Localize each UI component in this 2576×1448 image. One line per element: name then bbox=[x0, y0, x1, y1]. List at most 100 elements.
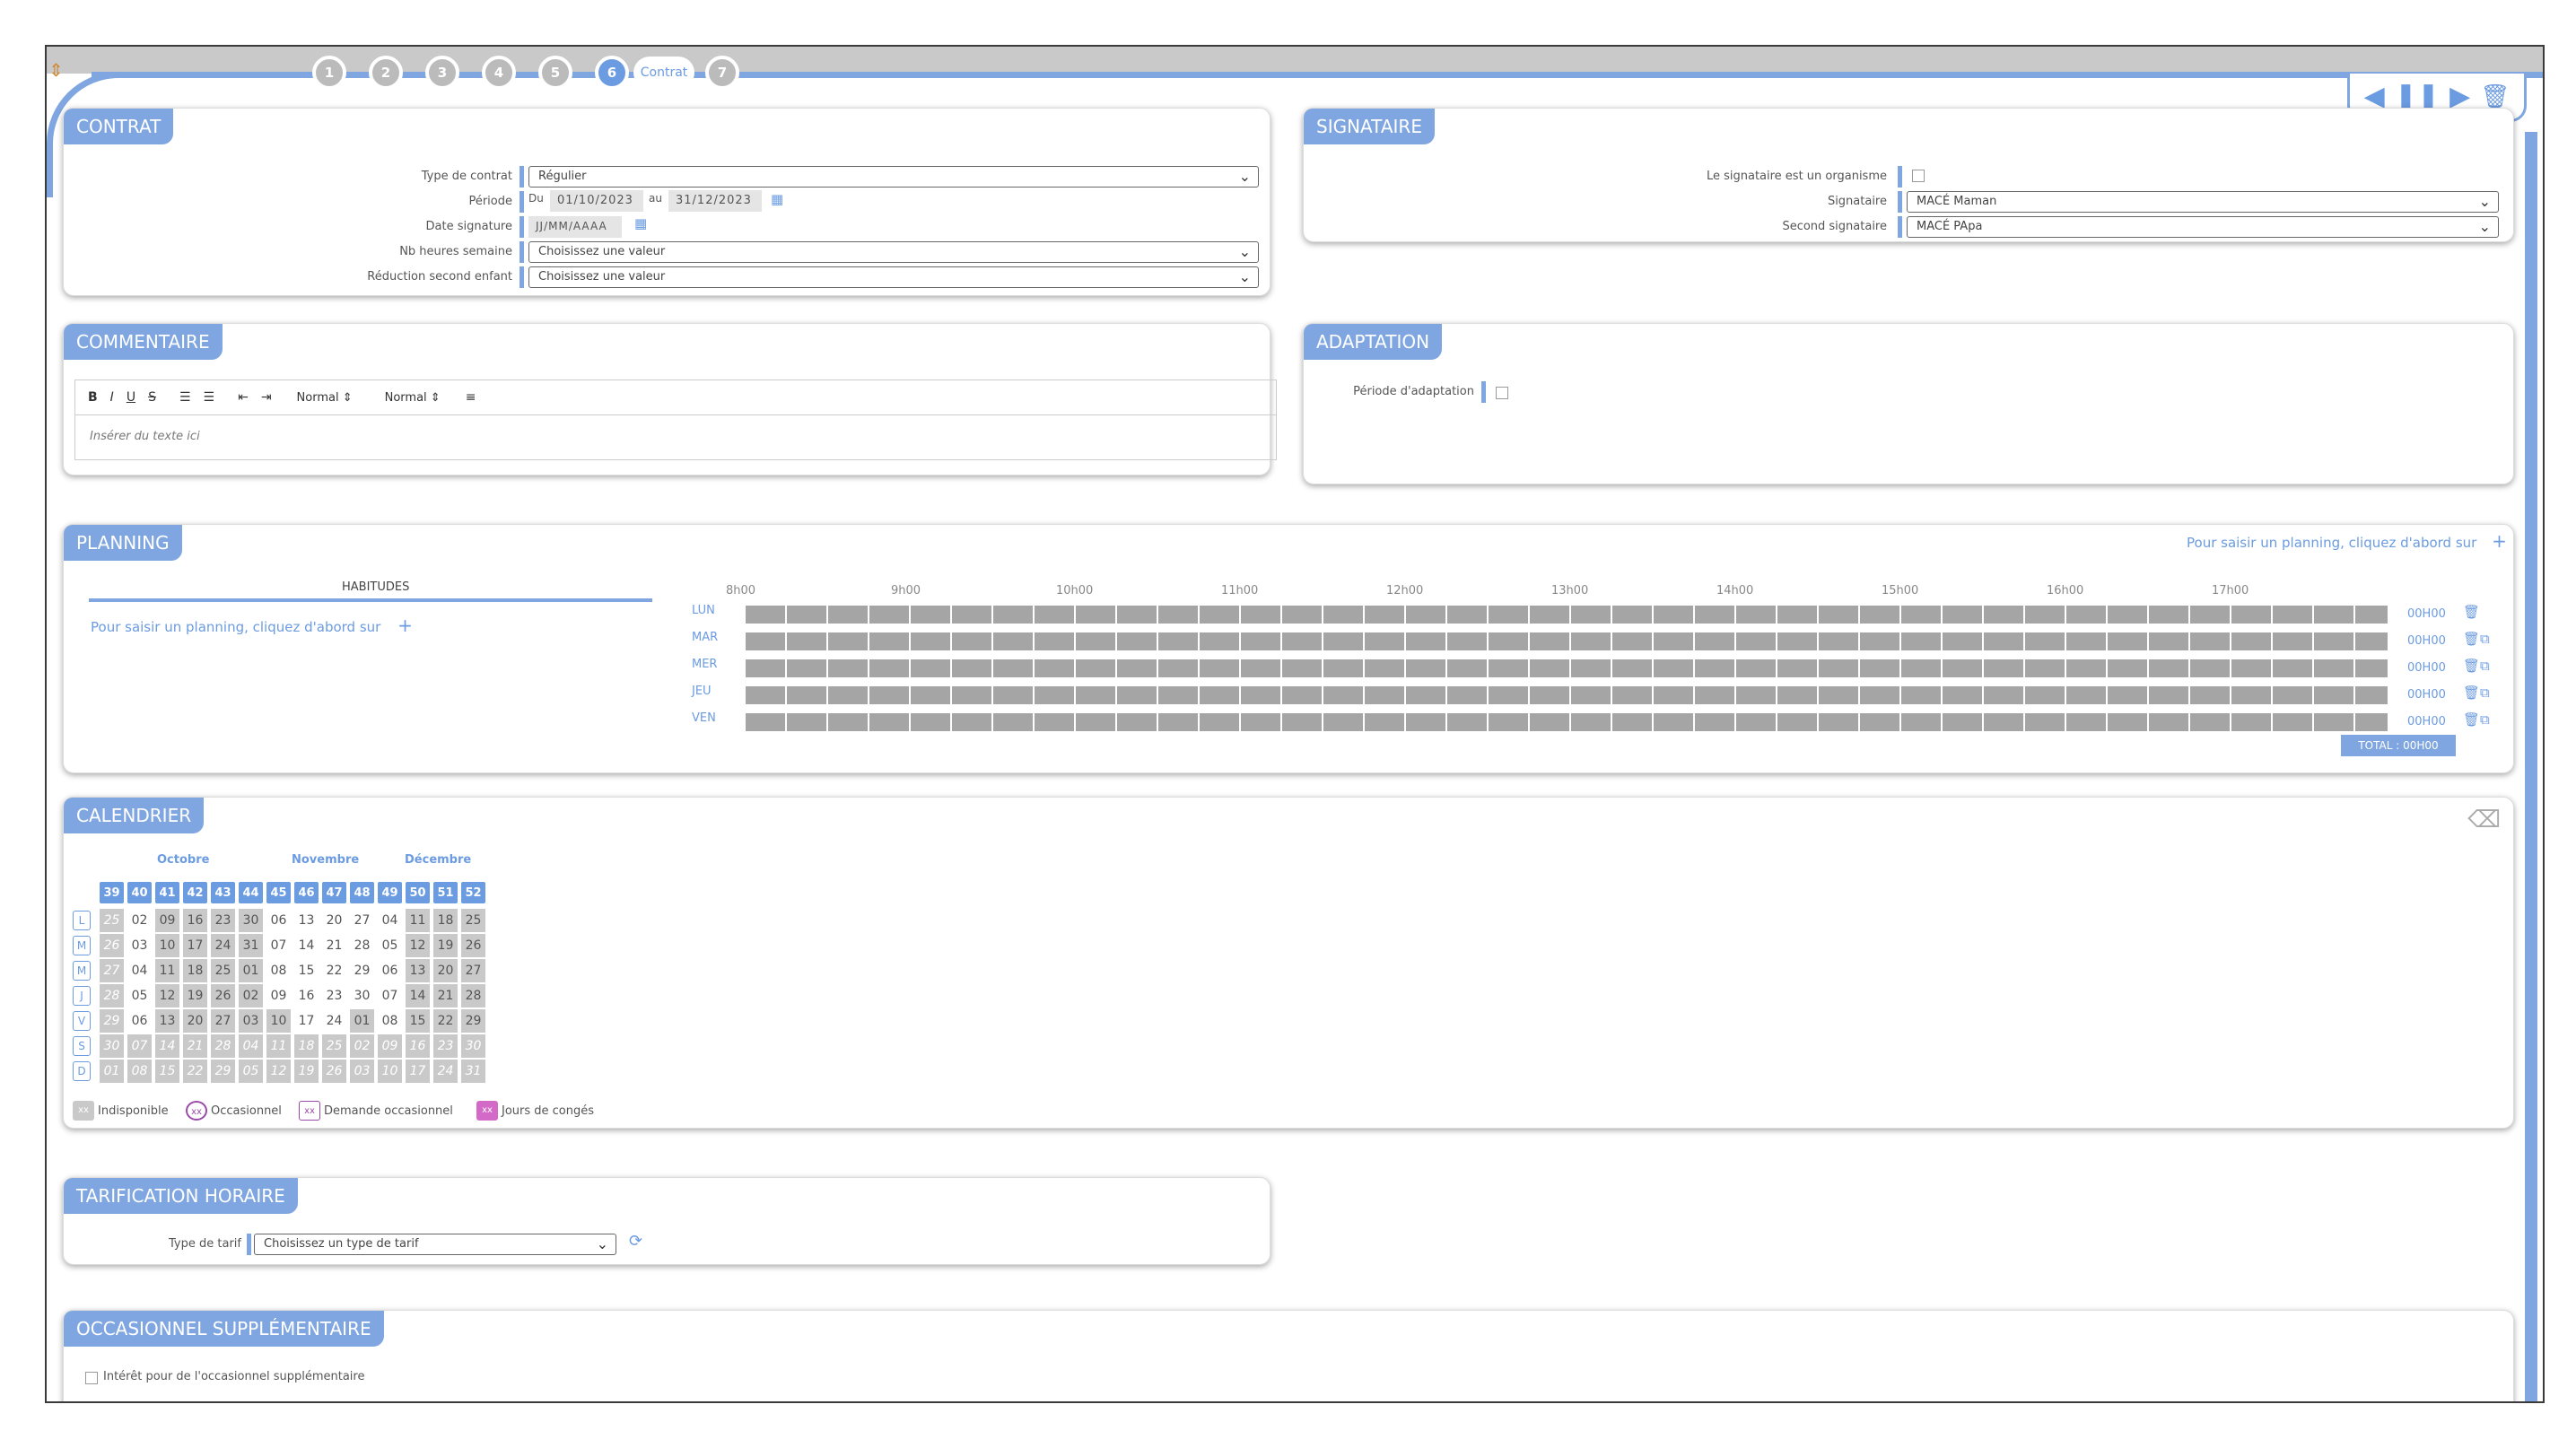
planning-track-jeu[interactable] bbox=[746, 686, 2388, 704]
calendar-day[interactable]: 10 bbox=[155, 934, 179, 957]
calendar-day[interactable]: 06 bbox=[127, 1009, 152, 1033]
calendar-day[interactable]: 31 bbox=[239, 934, 263, 957]
adaptation-checkbox[interactable] bbox=[1496, 387, 1508, 399]
calendar-day[interactable]: 22 bbox=[322, 959, 346, 982]
refresh-icon[interactable]: ⟳ bbox=[629, 1232, 642, 1251]
calendar-day[interactable]: 24 bbox=[322, 1009, 346, 1033]
calendar-day[interactable]: 26 bbox=[100, 934, 124, 957]
calendar-day[interactable]: 19 bbox=[294, 1060, 319, 1083]
calendar-day[interactable]: 27 bbox=[461, 959, 485, 982]
align-icon[interactable]: ≡ bbox=[466, 390, 476, 405]
calendar-day[interactable]: 17 bbox=[183, 934, 207, 957]
date-from-input[interactable]: 01/10/2023 bbox=[550, 190, 643, 212]
planning-track-ven[interactable] bbox=[746, 713, 2388, 731]
calendar-icon[interactable]: ▦ bbox=[771, 191, 783, 207]
calendar-day[interactable]: 21 bbox=[322, 934, 346, 957]
type-contrat-select[interactable]: Régulier ⌄ bbox=[528, 166, 1259, 188]
calendar-day[interactable]: 15 bbox=[155, 1060, 179, 1083]
calendar-day[interactable]: 05 bbox=[127, 984, 152, 1007]
outdent-icon[interactable]: ⇤ bbox=[238, 390, 249, 405]
calendar-day[interactable]: 02 bbox=[239, 984, 263, 1007]
step-2[interactable]: 2 bbox=[369, 56, 403, 90]
signataire-select[interactable]: MACÉ Maman ⌄ bbox=[1907, 191, 2499, 213]
step-7[interactable]: 7 bbox=[705, 56, 739, 90]
calendar-day[interactable]: 13 bbox=[294, 909, 319, 932]
calendar-day[interactable]: 25 bbox=[461, 909, 485, 932]
comment-editor[interactable]: Insérer du texte ici bbox=[74, 415, 1277, 460]
calendar-day[interactable]: 11 bbox=[155, 959, 179, 982]
calendar-day[interactable]: 15 bbox=[406, 1009, 430, 1033]
calendar-day[interactable]: 23 bbox=[322, 984, 346, 1007]
step-3[interactable]: 3 bbox=[425, 56, 459, 90]
calendar-day[interactable]: 26 bbox=[461, 934, 485, 957]
interet-checkbox[interactable] bbox=[85, 1372, 98, 1384]
calendar-day[interactable]: 27 bbox=[350, 909, 374, 932]
calendar-day[interactable]: 12 bbox=[155, 984, 179, 1007]
calendar-day[interactable]: 03 bbox=[127, 934, 152, 957]
planning-track-mer[interactable] bbox=[746, 659, 2388, 677]
calendar-day[interactable]: 29 bbox=[350, 959, 374, 982]
calendar-day[interactable]: 15 bbox=[294, 959, 319, 982]
calendar-day[interactable]: 29 bbox=[211, 1060, 235, 1083]
calendar-day[interactable]: 14 bbox=[155, 1034, 179, 1058]
font-select[interactable]: Normal ⇕ bbox=[385, 391, 441, 405]
calendar-day[interactable]: 20 bbox=[183, 1009, 207, 1033]
nb-heures-select[interactable]: Choisissez une valeur ⌄ bbox=[528, 241, 1259, 263]
calendar-day[interactable]: 23 bbox=[433, 1034, 458, 1058]
calendar-day[interactable]: 16 bbox=[406, 1034, 430, 1058]
habitudes-link[interactable]: Pour saisir un planning, cliquez d'abord… bbox=[91, 615, 413, 636]
calendar-day[interactable]: 16 bbox=[183, 909, 207, 932]
calendar-day[interactable]: 30 bbox=[239, 909, 263, 932]
trash-copy-icons[interactable]: 🗑⧉ bbox=[2463, 685, 2490, 701]
step-1[interactable]: 1 bbox=[312, 56, 346, 90]
calendar-day[interactable]: 19 bbox=[183, 984, 207, 1007]
calendar-day[interactable]: 30 bbox=[100, 1034, 124, 1058]
date-to-input[interactable]: 31/12/2023 bbox=[668, 190, 762, 212]
calendar-day[interactable]: 04 bbox=[378, 909, 402, 932]
calendar-day[interactable]: 19 bbox=[433, 934, 458, 957]
calendar-day[interactable]: 24 bbox=[211, 934, 235, 957]
prev-icon[interactable]: ◀ bbox=[2364, 83, 2385, 110]
calendar-day[interactable]: 21 bbox=[433, 984, 458, 1007]
organisme-checkbox[interactable] bbox=[1912, 170, 1925, 182]
calendar-day[interactable]: 02 bbox=[350, 1034, 374, 1058]
calendar-day[interactable]: 13 bbox=[406, 959, 430, 982]
calendar-day[interactable]: 23 bbox=[211, 909, 235, 932]
calendar-day[interactable]: 11 bbox=[406, 909, 430, 932]
bullet-list-icon[interactable]: ☰ bbox=[204, 390, 215, 405]
trash-icon[interactable]: 🗑 bbox=[2480, 85, 2510, 109]
calendar-day[interactable]: 18 bbox=[183, 959, 207, 982]
calendar-day[interactable]: 07 bbox=[266, 934, 291, 957]
trash-copy-icons[interactable]: 🗑⧉ bbox=[2463, 631, 2490, 647]
date-signature-input[interactable]: JJ/MM/AAAA bbox=[528, 216, 622, 238]
calendar-day[interactable]: 08 bbox=[127, 1060, 152, 1083]
calendar-day[interactable]: 02 bbox=[127, 909, 152, 932]
plus-icon[interactable]: + bbox=[2492, 530, 2507, 552]
calendar-day[interactable]: 03 bbox=[239, 1009, 263, 1033]
italic-button[interactable]: I bbox=[110, 390, 114, 405]
calendar-day[interactable]: 09 bbox=[155, 909, 179, 932]
calendar-day[interactable]: 18 bbox=[433, 909, 458, 932]
calendar-day[interactable]: 25 bbox=[211, 959, 235, 982]
calendar-day[interactable]: 06 bbox=[266, 909, 291, 932]
calendar-day[interactable]: 13 bbox=[155, 1009, 179, 1033]
calendar-day[interactable]: 18 bbox=[294, 1034, 319, 1058]
calendar-day[interactable]: 05 bbox=[378, 934, 402, 957]
calendar-day[interactable]: 22 bbox=[183, 1060, 207, 1083]
resize-handle-icon[interactable]: ⇕ bbox=[48, 59, 64, 81]
calendar-day[interactable]: 21 bbox=[183, 1034, 207, 1058]
calendar-day[interactable]: 12 bbox=[406, 934, 430, 957]
calendar-day[interactable]: 10 bbox=[266, 1009, 291, 1033]
calendar-day[interactable]: 17 bbox=[406, 1060, 430, 1083]
calendar-day[interactable]: 25 bbox=[100, 909, 124, 932]
calendar-day[interactable]: 22 bbox=[433, 1009, 458, 1033]
strike-button[interactable]: S bbox=[148, 390, 156, 405]
step-4[interactable]: 4 bbox=[482, 56, 516, 90]
calendar-day[interactable]: 30 bbox=[350, 984, 374, 1007]
calendar-day[interactable]: 20 bbox=[322, 909, 346, 932]
step-5[interactable]: 5 bbox=[538, 56, 572, 90]
size-select[interactable]: Normal ⇕ bbox=[297, 391, 353, 405]
calendar-day[interactable]: 31 bbox=[461, 1060, 485, 1083]
calendar-day[interactable]: 29 bbox=[100, 1009, 124, 1033]
calendar-day[interactable]: 14 bbox=[294, 934, 319, 957]
